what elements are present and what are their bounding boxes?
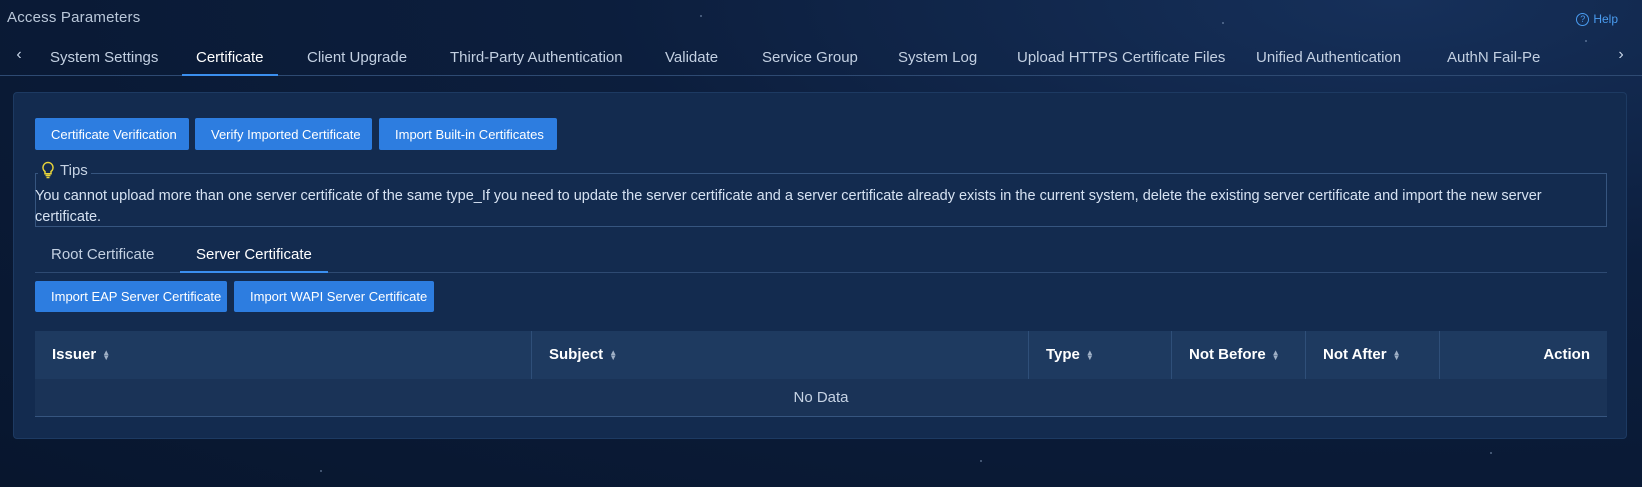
certificate-subtabs: Root Certificate Server Certificate	[35, 239, 1607, 273]
tab-unified-authentication[interactable]: Unified Authentication	[1256, 42, 1401, 76]
column-issuer[interactable]: Issuer ▲ ▼	[35, 331, 532, 379]
main-tab-bar: ‹ System Settings Certificate Client Upg…	[0, 42, 1642, 76]
sort-icon: ▲ ▼	[102, 348, 111, 363]
subtab-root-certificate[interactable]: Root Certificate	[35, 239, 170, 273]
import-wapi-server-certificate-button[interactable]: Import WAPI Server Certificate	[234, 281, 434, 312]
tab-system-log[interactable]: System Log	[898, 42, 977, 76]
sort-icon: ▲ ▼	[1271, 348, 1280, 363]
sort-icon: ▲ ▼	[1085, 348, 1094, 363]
tab-client-upgrade[interactable]: Client Upgrade	[307, 42, 407, 76]
column-subject[interactable]: Subject ▲ ▼	[532, 331, 1029, 379]
table-empty-state: No Data	[35, 379, 1607, 417]
subtab-server-certificate[interactable]: Server Certificate	[180, 239, 328, 273]
sort-icon: ▲ ▼	[1392, 348, 1401, 363]
tab-upload-https-certificate-files[interactable]: Upload HTTPS Certificate Files	[1017, 42, 1225, 76]
help-label: Help	[1593, 12, 1618, 26]
tips-text: You cannot upload more than one server c…	[35, 188, 1542, 225]
chevron-right-icon[interactable]: ›	[1611, 46, 1631, 68]
column-action: Action	[1440, 331, 1607, 379]
tips-title: Tips	[60, 161, 88, 179]
verify-imported-certificate-button[interactable]: Verify Imported Certificate	[195, 118, 372, 150]
help-link[interactable]: ? Help	[1576, 12, 1618, 26]
chevron-left-icon[interactable]: ‹	[9, 46, 29, 68]
question-circle-icon: ?	[1576, 12, 1590, 26]
tab-authn-fail[interactable]: AuthN Fail-Pe	[1447, 42, 1540, 76]
tab-certificate[interactable]: Certificate	[182, 42, 278, 76]
tips-legend: Tips	[38, 161, 91, 179]
column-not-before[interactable]: Not Before ▲ ▼	[1172, 331, 1306, 379]
column-not-after[interactable]: Not After ▲ ▼	[1306, 331, 1440, 379]
tab-third-party-authentication[interactable]: Third-Party Authentication	[450, 42, 623, 76]
import-eap-server-certificate-button[interactable]: Import EAP Server Certificate	[35, 281, 227, 312]
column-subject-label: Subject	[549, 346, 604, 363]
column-not-before-label: Not Before	[1189, 346, 1266, 363]
tab-validate[interactable]: Validate	[665, 42, 718, 76]
sort-icon: ▲ ▼	[609, 348, 618, 363]
column-type-label: Type	[1046, 346, 1080, 363]
tab-list: System Settings Certificate Client Upgra…	[30, 42, 1608, 76]
certificate-panel: Certificate Verification Verify Imported…	[13, 92, 1627, 439]
column-type[interactable]: Type ▲ ▼	[1029, 331, 1172, 379]
column-issuer-label: Issuer	[52, 346, 97, 363]
page-title: Access Parameters	[7, 9, 141, 26]
server-certificate-table: Issuer ▲ ▼ Subject ▲ ▼ Type ▲ ▼ Not Before ▲ ▼ N…	[35, 331, 1607, 417]
tab-system-settings[interactable]: System Settings	[50, 42, 158, 76]
lightbulb-icon	[42, 161, 54, 179]
page-header: Access Parameters ? Help	[0, 0, 1642, 40]
column-not-after-label: Not After	[1323, 346, 1387, 363]
certificate-verification-button[interactable]: Certificate Verification	[35, 118, 189, 150]
table-header: Issuer ▲ ▼ Subject ▲ ▼ Type ▲ ▼ Not Before ▲ ▼ N…	[35, 331, 1607, 379]
column-action-label: Action	[1543, 346, 1590, 363]
tab-service-group[interactable]: Service Group	[762, 42, 858, 76]
import-builtin-certificates-button[interactable]: Import Built-in Certificates	[379, 118, 557, 150]
